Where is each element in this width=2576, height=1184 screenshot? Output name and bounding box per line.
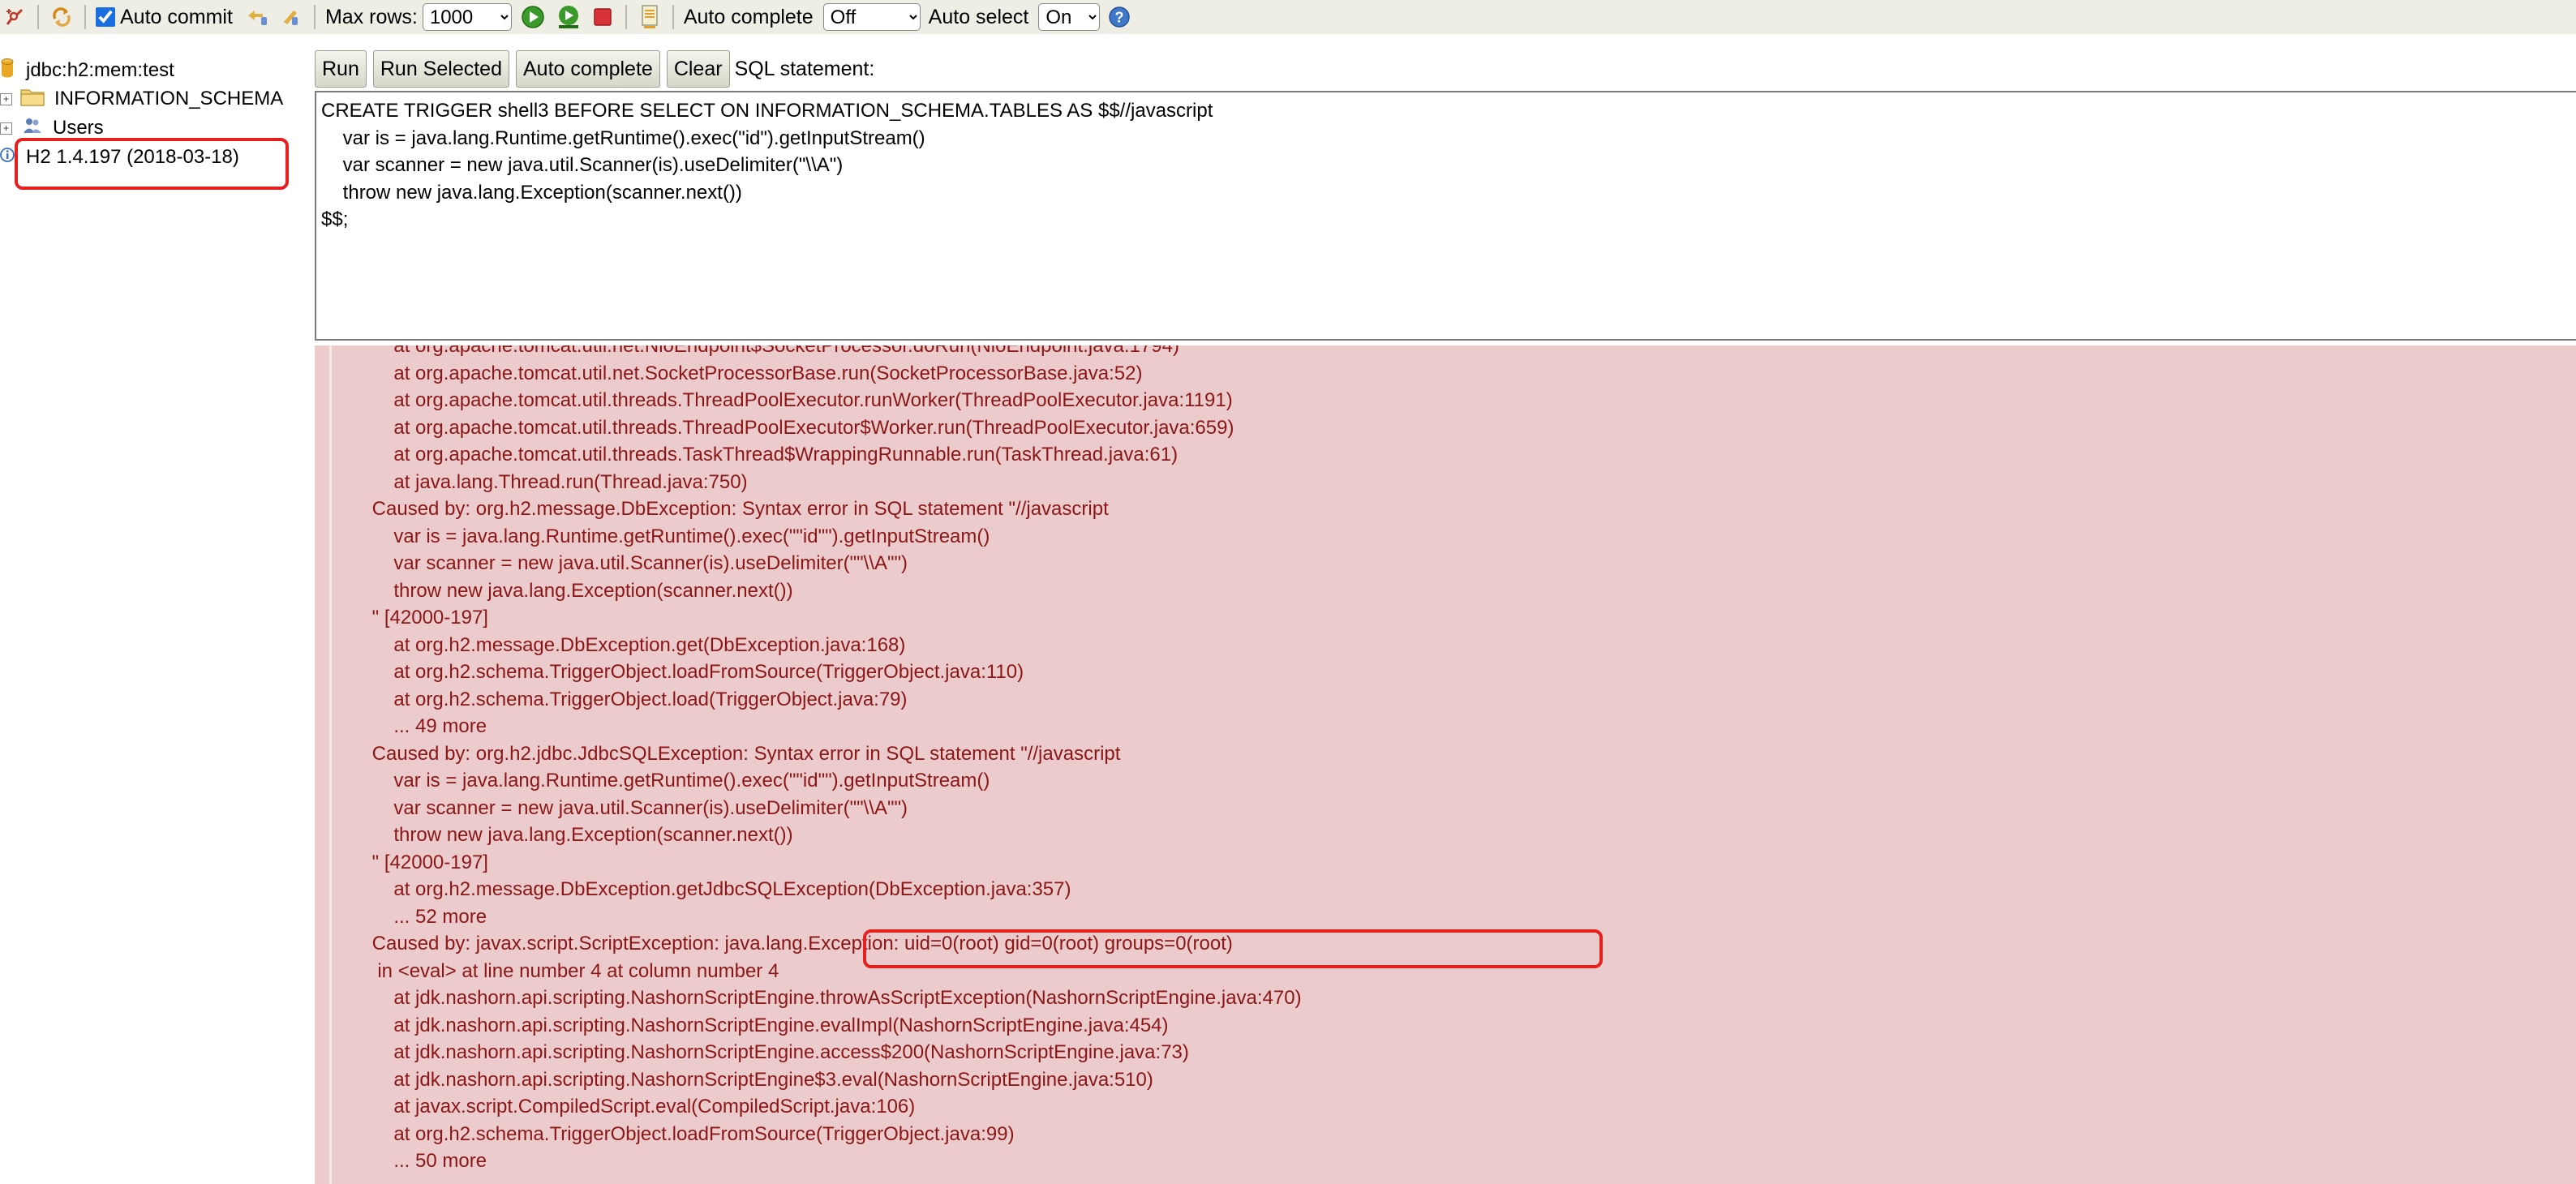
expand-icon[interactable]: + xyxy=(0,92,12,105)
auto-commit-label[interactable]: Auto commit xyxy=(120,6,233,29)
folder-icon xyxy=(20,87,45,112)
users-icon xyxy=(22,115,43,142)
max-rows-label: Max rows: xyxy=(324,5,418,28)
stop-icon[interactable] xyxy=(590,4,616,30)
auto-select-label: Auto select xyxy=(928,5,1029,28)
tree-connection[interactable]: jdbc:h2:mem:test xyxy=(0,57,174,84)
info-icon xyxy=(0,146,15,169)
execute-icon[interactable] xyxy=(520,4,546,30)
toolbar-separator xyxy=(313,5,316,29)
auto-commit-checkbox[interactable] xyxy=(96,7,115,27)
result-gutter xyxy=(329,345,332,1184)
auto-complete-button[interactable]: Auto complete xyxy=(515,50,660,88)
object-tree: jdbc:h2:mem:test + INFORMATION_SCHEMA + … xyxy=(0,34,310,1184)
tree-item-users[interactable]: + Users xyxy=(0,114,104,142)
rollback-icon[interactable] xyxy=(244,4,270,30)
history-icon[interactable] xyxy=(637,4,663,30)
database-icon xyxy=(0,58,16,84)
sql-statement-label: SQL statement: xyxy=(734,57,875,80)
commit-icon[interactable] xyxy=(278,4,304,30)
toolbar-separator xyxy=(37,5,39,29)
version-label: H2 1.4.197 (2018-03-18) xyxy=(26,146,239,168)
auto-complete-select[interactable]: Off xyxy=(822,3,921,31)
connection-url: jdbc:h2:mem:test xyxy=(26,59,174,81)
toolbar-separator xyxy=(672,5,674,29)
result-panel: at org.apache.tomcat.util.net.NioEndpoin… xyxy=(315,345,2576,1184)
query-bar: Run Run Selected Auto complete Clear SQL… xyxy=(315,50,874,88)
execute-single-icon[interactable] xyxy=(556,4,582,30)
toolbar-separator xyxy=(625,5,627,29)
auto-complete-label: Auto complete xyxy=(683,5,814,28)
expand-icon[interactable]: + xyxy=(0,122,12,135)
toolbar: Auto commit Max rows: 1000 Auto complete… xyxy=(0,0,2576,34)
help-icon[interactable]: ? xyxy=(1106,4,1132,30)
sql-editor[interactable]: CREATE TRIGGER shell3 BEFORE SELECT ON I… xyxy=(315,91,2576,341)
tree-item-label: Users xyxy=(53,117,104,139)
tree-version: H2 1.4.197 (2018-03-18) xyxy=(0,144,239,171)
clear-button[interactable]: Clear xyxy=(666,50,730,88)
toolbar-separator xyxy=(84,5,86,29)
tree-item-information-schema[interactable]: + INFORMATION_SCHEMA xyxy=(0,85,283,113)
help-glyph: ? xyxy=(1115,10,1124,26)
disconnect-icon[interactable] xyxy=(2,4,28,30)
auto-select-select[interactable]: On xyxy=(1038,3,1101,31)
run-button[interactable]: Run xyxy=(315,50,367,88)
tree-item-label: INFORMATION_SCHEMA xyxy=(54,88,284,109)
run-selected-button[interactable]: Run Selected xyxy=(372,50,509,88)
error-stacktrace: at org.apache.tomcat.util.net.NioEndpoin… xyxy=(371,345,1302,1172)
max-rows-select[interactable]: 1000 xyxy=(422,3,512,31)
refresh-icon[interactable] xyxy=(49,4,75,30)
